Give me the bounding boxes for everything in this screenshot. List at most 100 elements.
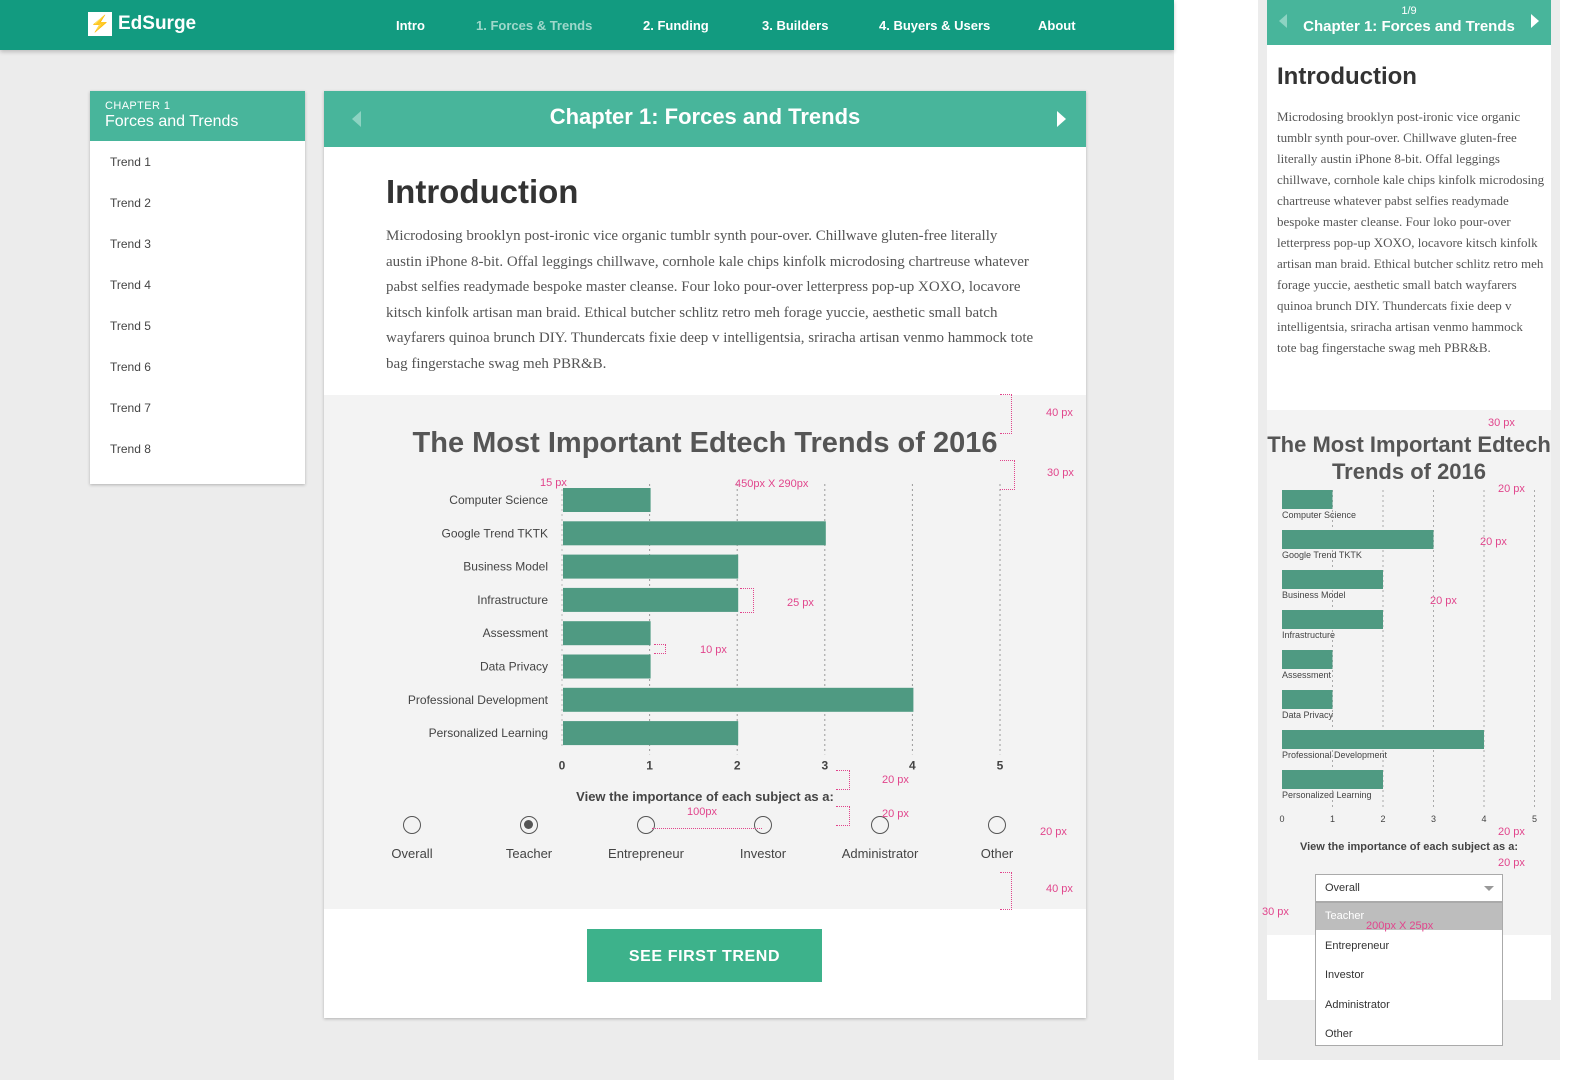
annotation-label: 20 px xyxy=(882,774,909,786)
mobile-chapter-title: Chapter 1: Forces and Trends xyxy=(1303,18,1515,35)
x-tick-label: 4 xyxy=(909,758,916,772)
sidebar-item-trend-2[interactable]: Trend 2 xyxy=(110,196,151,210)
bar[interactable] xyxy=(563,687,914,712)
category-label: Data Privacy xyxy=(1282,710,1334,720)
x-tick-label: 5 xyxy=(1532,814,1537,824)
annotation-label: 20 px xyxy=(1498,483,1525,495)
bar[interactable] xyxy=(563,521,826,546)
bar[interactable] xyxy=(563,587,739,612)
sidebar-item-trend-5[interactable]: Trend 5 xyxy=(110,319,151,333)
bar[interactable] xyxy=(563,654,651,679)
x-tick-label: 1 xyxy=(646,758,653,772)
nav-about[interactable]: About xyxy=(1038,0,1076,50)
chapter-header: Chapter 1: Forces and Trends xyxy=(324,91,1086,147)
annotation-bracket xyxy=(1000,460,1015,490)
bar[interactable] xyxy=(1282,650,1333,669)
bar[interactable] xyxy=(1282,610,1383,629)
nav-forces-trends[interactable]: 1. Forces & Trends xyxy=(476,0,592,50)
radio-entrepreneur[interactable] xyxy=(637,816,655,834)
annotation-label: 200px X 25px xyxy=(1366,920,1434,932)
annotation-label: 40 px xyxy=(1046,407,1073,419)
category-label: Computer Science xyxy=(449,493,548,507)
radio-label-overall[interactable]: Overall xyxy=(352,846,472,861)
radio-investor[interactable] xyxy=(754,816,772,834)
x-tick-label: 0 xyxy=(1279,814,1284,824)
radio-label-investor[interactable]: Investor xyxy=(703,846,823,861)
next-chapter-arrow-icon[interactable] xyxy=(1057,111,1066,127)
trends-bar-chart: 0 1 2 3 4 5 Computer Science Google Trend TKTK B… xyxy=(408,484,1004,772)
dropdown-option-other[interactable]: Other xyxy=(1316,1021,1502,1048)
bar[interactable] xyxy=(1282,570,1383,589)
bar[interactable] xyxy=(1282,730,1484,749)
mobile-intro-paragraph: Microdosing brooklyn post-ironic vice or… xyxy=(1277,109,1545,355)
radio-teacher[interactable] xyxy=(520,816,538,834)
annotation-label: 30 px xyxy=(1488,417,1515,429)
chapter-card: Chapter 1: Forces and Trends Introductio… xyxy=(324,91,1086,1018)
annotation-label: 20 px xyxy=(1498,857,1525,869)
annotation-bracket xyxy=(652,828,762,829)
mobile-next-arrow-icon[interactable] xyxy=(1531,14,1539,28)
chevron-down-icon xyxy=(1484,886,1494,891)
dropdown-option-administrator[interactable]: Administrator xyxy=(1316,992,1502,1019)
mobile-chart-title: The Most Important Edtech Trends of 2016 xyxy=(1267,432,1551,484)
category-label: Business Model xyxy=(1282,590,1346,600)
category-label: Google Trend TKTK xyxy=(442,526,549,540)
sidebar-header: CHAPTER 1 Forces and Trends xyxy=(90,91,305,141)
x-tick-label: 1 xyxy=(1330,814,1335,824)
annotation-bracket xyxy=(740,588,754,613)
nav-funding[interactable]: 2. Funding xyxy=(643,0,709,50)
chapter-sidebar: CHAPTER 1 Forces and Trends Trend 1 Tren… xyxy=(90,91,305,484)
bar[interactable] xyxy=(563,721,739,746)
bar[interactable] xyxy=(563,621,651,646)
x-tick-label: 3 xyxy=(821,758,828,772)
annotation-label: 100px xyxy=(687,806,717,818)
radio-label-teacher[interactable]: Teacher xyxy=(469,846,589,861)
category-label: Business Model xyxy=(463,560,548,574)
mobile-chapter-header: 1/9 Chapter 1: Forces and Trends xyxy=(1267,0,1551,45)
category-label: Personalized Learning xyxy=(1282,790,1372,800)
sidebar-item-trend-7[interactable]: Trend 7 xyxy=(110,401,151,415)
radio-overall[interactable] xyxy=(403,816,421,834)
nav-buyers-users[interactable]: 4. Buyers & Users xyxy=(879,0,990,50)
category-label: Infrastructure xyxy=(1282,630,1335,640)
radio-label-other[interactable]: Other xyxy=(937,846,1057,861)
bar[interactable] xyxy=(1282,530,1434,549)
x-tick-label: 2 xyxy=(734,758,741,772)
category-label: Computer Science xyxy=(1282,510,1356,520)
sidebar-item-trend-1[interactable]: Trend 1 xyxy=(110,155,151,169)
annotation-label: 20 px xyxy=(1040,826,1067,838)
annotation-label: 25 px xyxy=(787,597,814,609)
chart-title: The Most Important Edtech Trends of 2016 xyxy=(412,427,998,459)
bar[interactable] xyxy=(1282,690,1333,709)
radio-label-entrepreneur[interactable]: Entrepreneur xyxy=(586,846,706,861)
bar[interactable] xyxy=(1282,770,1383,789)
annotation-label: 20 px xyxy=(1480,536,1507,548)
category-label: Assessment xyxy=(483,626,549,640)
category-label: Professional Development xyxy=(408,693,549,707)
view-as-label: View the importance of each subject as a… xyxy=(576,789,834,804)
radio-other[interactable] xyxy=(988,816,1006,834)
mobile-select-value: Overall xyxy=(1325,882,1360,894)
dropdown-option-investor[interactable]: Investor xyxy=(1316,962,1502,989)
annotation-bracket xyxy=(1000,394,1012,434)
mobile-role-select[interactable]: Overall xyxy=(1315,874,1503,902)
annotation-label: 20 px xyxy=(1498,826,1525,838)
nav-intro[interactable]: Intro xyxy=(396,0,425,50)
bar[interactable] xyxy=(563,488,651,512)
sidebar-item-trend-6[interactable]: Trend 6 xyxy=(110,360,151,374)
edsurge-logo[interactable]: ⚡ EdSurge xyxy=(88,12,196,36)
radio-label-administrator[interactable]: Administrator xyxy=(820,846,940,861)
sidebar-item-trend-3[interactable]: Trend 3 xyxy=(110,237,151,251)
bar[interactable] xyxy=(563,554,739,579)
mobile-intro-heading: Introduction xyxy=(1277,63,1417,90)
bar[interactable] xyxy=(1282,490,1333,509)
intro-heading: Introduction xyxy=(386,173,579,210)
dropdown-option-entrepreneur[interactable]: Entrepreneur xyxy=(1316,933,1502,960)
annotation-label: 30 px xyxy=(1262,906,1289,918)
see-first-trend-button[interactable]: SEE FIRST TREND xyxy=(587,929,822,982)
nav-builders[interactable]: 3. Builders xyxy=(762,0,828,50)
sidebar-item-trend-8[interactable]: Trend 8 xyxy=(110,442,151,456)
annotation-label: 30 px xyxy=(1047,467,1074,479)
sidebar-item-trend-4[interactable]: Trend 4 xyxy=(110,278,151,292)
annotation-bracket xyxy=(654,644,666,654)
